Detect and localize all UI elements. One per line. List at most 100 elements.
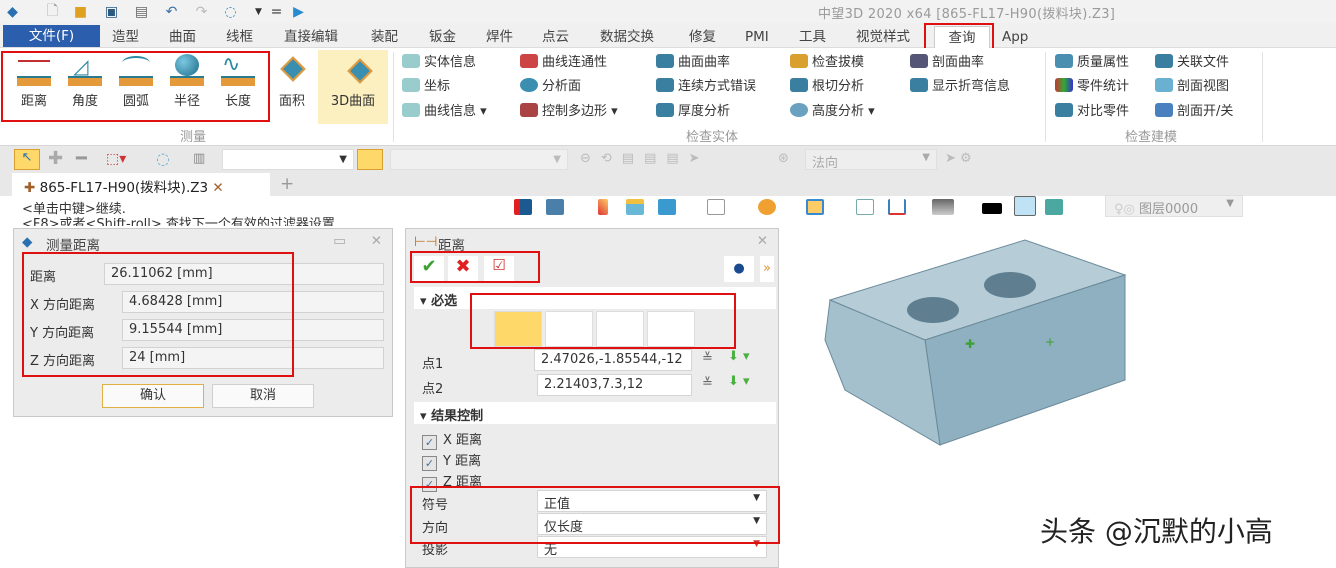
section-icon[interactable] [758,199,776,215]
required-section-header[interactable]: ▾ 必选 [414,287,776,309]
continuity-error-button[interactable]: 连续方式错误 [656,77,756,97]
direction-select[interactable]: 法向 ▼ [805,149,937,171]
menu-repair[interactable]: 修复 [685,26,720,48]
thickness-analysis-button[interactable]: 厚度分析 [656,102,730,122]
z-distance-checkbox[interactable]: ✓ Z 距离 [422,471,482,492]
projection-select[interactable]: 无 ▼ [537,536,767,558]
undo-icon[interactable]: ↶ [163,3,180,20]
close-icon[interactable]: ✕ [757,233,768,249]
menu-point-cloud[interactable]: 点云 [538,26,573,48]
box-select-icon[interactable]: ⬚▾ [106,149,136,170]
point-to-face-icon[interactable] [545,311,593,347]
render-icon[interactable] [598,199,608,215]
wireframe-icon[interactable] [707,199,725,215]
pin-icon[interactable]: ▭ [333,233,346,249]
result-control-section-header[interactable]: ▾ 结果控制 [414,402,776,424]
save-icon[interactable]: ▣ [103,3,120,20]
add-icon[interactable]: ✚ [48,149,68,170]
filter-icon[interactable]: ▥ [193,149,215,170]
menu-wireframe[interactable]: 线框 [222,26,257,48]
related-files-button[interactable]: 关联文件 [1155,53,1229,73]
pick-point-icon[interactable]: ⬇ ▾ [728,349,750,364]
height-analysis-button[interactable]: 高度分析 ▾ [790,102,875,122]
menu-modeling[interactable]: 造型 [108,26,143,48]
control-polygon-button[interactable]: 控制多边形 ▾ [520,102,618,122]
print-icon[interactable]: ▤ [133,3,150,20]
sign-select[interactable]: 正值 ▼ [537,490,767,512]
expand-icon[interactable]: ▶ [290,3,307,20]
point-to-plane-icon[interactable] [647,311,695,347]
x-distance-checkbox[interactable]: ✓ X 距离 [422,429,482,450]
solid-info-button[interactable]: 实体信息 [402,53,476,73]
surface-3d-button[interactable]: 3D曲面 [318,50,388,124]
info-icon[interactable]: ● [724,256,754,282]
menu-inquire[interactable]: 查询 [934,26,990,48]
lasso-icon[interactable]: ◌ [156,149,176,170]
menu-assembly[interactable]: 装配 [367,26,402,48]
section-view-button[interactable]: 剖面视图 [1155,77,1229,97]
bend-info-button[interactable]: 显示折弯信息 [910,77,1010,97]
redo-icon[interactable]: ↷ [193,3,210,20]
app-logo-icon[interactable]: ◆ [4,3,21,20]
new-tab-icon[interactable]: + [280,174,294,194]
direction-icon[interactable]: ⊛ [778,149,798,170]
face-to-face-icon[interactable] [596,311,644,347]
measure-radius-button[interactable]: 半径 [163,50,211,112]
menu-visual-style[interactable]: 视觉样式 [852,26,914,48]
select-input[interactable]: ▼ [390,149,568,170]
exit-icon[interactable] [514,199,532,215]
filter-select[interactable]: ▼ [222,149,354,170]
measure-arc-button[interactable]: 圆弧 [112,50,160,112]
rebuild-icon[interactable]: ◌ [222,3,239,20]
layers-icon[interactable] [1045,199,1063,215]
area-button[interactable]: 面积 [268,50,316,112]
direction-select[interactable]: 仅长度 ▼ [537,513,767,535]
point1-input[interactable]: 2.47026,-1.85544,-12 [534,349,692,371]
dimension-icon[interactable] [888,199,906,215]
pointer-settings-icon[interactable]: ➤ ⚙ [945,149,985,170]
section-toggle-button[interactable]: 剖面开/关 [1155,102,1233,122]
curve-connectivity-button[interactable]: 曲线连通性 [520,53,607,73]
part-statistics-button[interactable]: 零件统计 [1055,77,1129,97]
apply-icon[interactable]: ☑ [484,256,514,282]
mass-properties-button[interactable]: 质量属性 [1055,53,1129,73]
coordinate-button[interactable]: 坐标 [402,77,450,97]
undercut-analysis-button[interactable]: 根切分析 [790,77,864,97]
dropdown-icon[interactable]: ▼ [250,3,267,20]
pick-point-icon[interactable]: ⬇ ▾ [728,374,750,389]
close-icon[interactable]: ✕ [371,233,382,249]
expand-icon[interactable]: ≚ [702,376,713,391]
close-tab-icon[interactable]: ✕ [212,180,223,196]
menu-tools[interactable]: 工具 [795,26,830,48]
color-lightblue-swatch[interactable] [1014,196,1036,216]
document-tab[interactable]: ✚ 865-FL17-H90(拨料块).Z3 ✕ [12,173,270,196]
view-manager-icon[interactable] [546,199,564,215]
menu-data-exchange[interactable]: 数据交换 [596,26,658,48]
background-icon[interactable] [932,199,954,215]
menu-sheetmetal[interactable]: 钣金 [425,26,460,48]
3d-model-viewport[interactable]: ✚ + [795,230,1140,450]
curve-info-button[interactable]: 曲线信息 ▾ [402,102,487,122]
ok-check-icon[interactable]: ✔ [414,256,444,282]
menu-app[interactable]: App [998,26,1032,48]
zoom-fit-icon[interactable] [806,199,824,215]
plane-icon[interactable] [626,199,644,215]
cancel-button[interactable]: 取消 [212,384,314,408]
grid-icon[interactable] [856,199,874,215]
menu-file[interactable]: 文件(F) [3,25,100,47]
measure-angle-button[interactable]: ◿ 角度 [61,50,109,112]
menu-pmi[interactable]: PMI [741,26,773,48]
measure-length-button[interactable]: ∿ 长度 [214,50,262,112]
measure-distance-button[interactable]: 距离 [10,50,58,112]
solid-view-icon[interactable] [658,199,676,215]
confirm-button[interactable]: 确认 [102,384,204,408]
point-to-point-icon[interactable] [494,311,542,347]
cancel-x-icon[interactable]: ✖ [448,256,478,282]
analyze-face-button[interactable]: 分析面 [520,77,581,97]
layer-select[interactable]: ♀◎ 图层0000 ▼ [1105,195,1243,217]
menu-weldment[interactable]: 焊件 [482,26,517,48]
new-file-icon[interactable]: 🗋 [44,3,61,20]
color-black-swatch[interactable] [982,203,1002,214]
select-mode-icon[interactable] [357,149,383,170]
surface-curvature-button[interactable]: 曲面曲率 [656,53,730,73]
